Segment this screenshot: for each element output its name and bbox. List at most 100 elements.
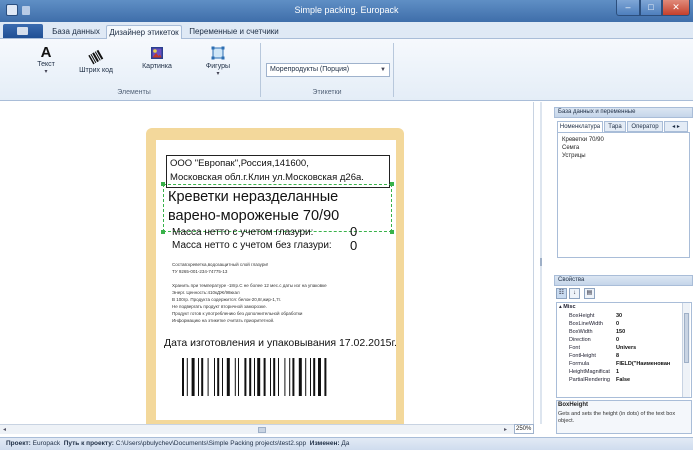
property-grid-scrollbar[interactable] <box>682 303 690 397</box>
minimize-button[interactable]: – <box>616 0 640 16</box>
property-name[interactable]: PartialRendering <box>569 377 610 383</box>
path-label: Путь к проекту: <box>63 440 114 447</box>
scroll-right-icon[interactable]: ▸ <box>504 426 507 433</box>
svg-text:A: A <box>41 44 52 59</box>
application-menu-button[interactable] <box>3 24 43 38</box>
ribbon-separator <box>260 43 261 97</box>
zoom-select[interactable]: 250% <box>514 424 534 434</box>
property-name[interactable]: HeightMagnificat <box>569 369 610 375</box>
barcode-button[interactable]: Штрих код <box>76 49 116 74</box>
property-name[interactable]: Formula <box>569 361 589 367</box>
property-value[interactable]: 30 <box>616 313 622 319</box>
label-select[interactable]: Морепродукты (Порция) ▼ <box>266 63 390 77</box>
resize-handle[interactable] <box>161 182 165 186</box>
property-value[interactable]: 0 <box>616 321 619 327</box>
ribbon-tabs: База данных Дизайнер этикеток Переменные… <box>0 22 693 39</box>
property-value[interactable]: 1 <box>616 369 619 375</box>
changed-label: Изменен: <box>309 440 340 447</box>
tab-variables-counters[interactable]: Переменные и счетчики <box>186 25 282 39</box>
chevron-down-icon: ▾ <box>216 71 220 77</box>
barcode-button-label: Штрих код <box>79 67 113 74</box>
list-item[interactable]: Креветки 70/90 <box>562 137 604 143</box>
mass-with-glaze-value: 0 <box>350 224 358 239</box>
tab-operator[interactable]: Оператор <box>627 121 663 132</box>
property-category-label: Misc <box>563 304 576 310</box>
barcode-element[interactable] <box>182 358 368 396</box>
tab-database[interactable]: База данных <box>48 25 104 39</box>
horizontal-scrollbar[interactable]: ◂ ▸ <box>0 424 534 434</box>
property-category[interactable]: ▴ Misc <box>559 304 576 310</box>
splitter-grip[interactable] <box>540 258 542 266</box>
storage-line: Энерг. Ценность:410кДЖ/98ккал <box>172 290 240 295</box>
property-value[interactable]: FIELD("Наименован <box>616 361 670 367</box>
shapes-icon <box>211 46 225 60</box>
shapes-button-label: Фигуры <box>205 63 231 70</box>
maximize-button[interactable]: □ <box>640 0 662 16</box>
db-panel-header: База данных и переменные <box>554 107 693 118</box>
zoom-value: 250% <box>516 426 532 432</box>
elements-group-label: Элементы <box>117 89 151 96</box>
storage-line: Хранить при температуре -18гр.С не более… <box>172 283 327 288</box>
path-value: C:\Users\pbulychev\Documents\Simple Pack… <box>115 440 307 447</box>
text-icon: A <box>41 44 52 59</box>
property-name[interactable]: Direction <box>569 337 591 343</box>
production-date-line: Дата изготовления и упаковывания 17.02.2… <box>164 337 397 349</box>
picture-button-label: Картинка <box>142 63 172 70</box>
close-button[interactable]: ✕ <box>662 0 690 16</box>
changed-value: Да <box>341 440 350 447</box>
property-name[interactable]: BoxWidth <box>569 329 593 335</box>
tab-container[interactable]: Тара <box>604 121 626 132</box>
chevron-down-icon: ▼ <box>380 67 386 73</box>
address-line-1: ООО "Европак",Россия,141600, <box>170 158 309 169</box>
mass-without-glaze-value: 0 <box>350 238 358 253</box>
tab-label-designer[interactable]: Дизайнер этикеток <box>106 25 182 39</box>
scroll-thumb[interactable] <box>258 427 266 433</box>
product-name-line-2: варено-мороженые 70/90 <box>168 208 340 224</box>
scroll-thumb[interactable] <box>684 313 689 363</box>
shapes-button[interactable]: Фигуры ▾ <box>198 45 238 77</box>
property-pages-icon[interactable]: ▤ <box>584 288 595 299</box>
alphabetical-sort-icon[interactable]: ↓ <box>569 288 580 299</box>
title-bar: Simple packing. Europack – □ ✕ <box>0 0 693 22</box>
property-description-text: Gets and sets the height (in dots) of th… <box>558 411 676 424</box>
text-button[interactable]: A Текст ▾ <box>30 43 62 75</box>
property-name[interactable]: BoxHeight <box>569 313 594 319</box>
resize-handle[interactable] <box>161 230 165 234</box>
list-item[interactable]: Устрицы <box>562 153 586 159</box>
composition-line: Состав:креветка,водозащитный слой глазур… <box>172 262 269 267</box>
property-name[interactable]: BoxLineWidth <box>569 321 603 327</box>
status-bar: Проект: Europack Путь к проекту: C:\User… <box>0 437 693 450</box>
window-title: Simple packing. Europack <box>294 5 399 15</box>
address-line-2: Московская обл.г.Клин ул.Московская д26а… <box>170 172 364 183</box>
storage-line: Информацию на этикетке считать приоритет… <box>172 318 275 323</box>
tab-scroll-arrows[interactable]: ◂ ▸ <box>664 121 688 132</box>
storage-line: В 100гр. Продукта содержится: белок-20,8… <box>172 297 282 302</box>
property-value[interactable]: 150 <box>616 329 625 335</box>
mass-without-glaze-label: Масса нетто с учетом без глазури: <box>172 240 332 251</box>
resize-handle[interactable] <box>390 182 394 186</box>
storage-line: Не подвергать продукт вторичной заморозк… <box>172 304 267 309</box>
property-name[interactable]: Font <box>569 345 580 351</box>
property-value[interactable]: 0 <box>616 337 619 343</box>
property-value[interactable]: Univers <box>616 345 636 351</box>
project-label: Проект: <box>6 440 31 447</box>
property-value[interactable]: False <box>616 377 630 383</box>
property-name[interactable]: FontHeight <box>569 353 596 359</box>
scroll-left-icon[interactable]: ◂ <box>3 426 6 433</box>
picture-button[interactable]: Картинка <box>134 45 180 70</box>
list-item[interactable]: Семга <box>562 145 579 151</box>
resize-handle[interactable] <box>390 230 394 234</box>
panel-splitter[interactable] <box>540 102 542 424</box>
property-value[interactable]: 8 <box>616 353 619 359</box>
text-button-label: Текст <box>37 61 55 68</box>
product-name-line-1: Креветки неразделанные <box>168 189 339 205</box>
categorized-view-icon[interactable]: ☷ <box>556 288 567 299</box>
chevron-down-icon: ▾ <box>44 69 48 75</box>
properties-toolbar: ☷ ↓ ▤ <box>556 288 691 301</box>
spec-line: ТУ 9265-001-234-74775-13 <box>172 269 228 274</box>
ribbon-separator <box>393 43 394 97</box>
project-value: Europack <box>32 440 61 447</box>
labels-group-label: Этикетки <box>312 89 342 96</box>
app-menu-icon <box>17 27 28 35</box>
tab-nomenclature[interactable]: Номенклатура <box>557 121 603 132</box>
